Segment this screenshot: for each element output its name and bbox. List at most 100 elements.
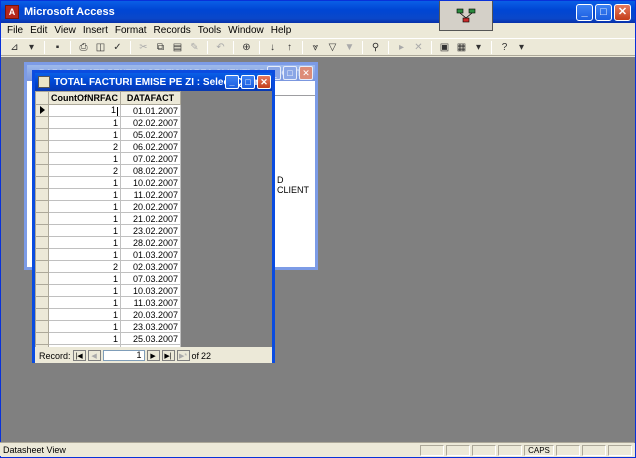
row-selector[interactable] — [35, 284, 49, 297]
new-record-button[interactable]: ▶* — [176, 350, 190, 361]
save-icon[interactable]: ▪ — [50, 40, 65, 54]
row-selector[interactable] — [35, 212, 49, 225]
table-row[interactable]: 1 01.03.2007 — [35, 248, 181, 261]
table-row[interactable]: 2 06.02.2007 — [35, 140, 181, 153]
row-selector[interactable] — [35, 140, 49, 153]
dropdown-icon[interactable]: ▾ — [471, 40, 486, 54]
cell-count[interactable]: 1 — [48, 104, 121, 117]
cell-date[interactable]: 20.02.2007 — [120, 200, 181, 213]
table-row[interactable]: 1 23.03.2007 — [35, 320, 181, 333]
spelling-icon[interactable]: ✓ — [110, 40, 125, 54]
cell-date[interactable]: 01.03.2007 — [120, 248, 181, 261]
cell-count[interactable]: 1 — [48, 200, 121, 213]
cell-count[interactable]: 1 — [48, 332, 121, 345]
row-selector[interactable] — [35, 248, 49, 261]
cell-count[interactable]: 1 — [48, 272, 121, 285]
cell-date[interactable]: 10.03.2007 — [120, 284, 181, 297]
cell-count[interactable]: 1 — [48, 152, 121, 165]
cell-count[interactable]: 1 — [48, 224, 121, 237]
last-record-button[interactable]: ▶| — [161, 350, 175, 361]
row-selector[interactable] — [35, 236, 49, 249]
new-record-icon[interactable]: ▸ — [394, 40, 409, 54]
table-row[interactable]: 1 11.02.2007 — [35, 188, 181, 201]
cell-count[interactable]: 1 — [48, 176, 121, 189]
select-all-cell[interactable] — [35, 91, 49, 105]
apply-filter-icon[interactable]: ▼ — [342, 40, 357, 54]
next-record-button[interactable]: ▶ — [146, 350, 160, 361]
format-painter-icon[interactable]: ✎ — [187, 40, 202, 54]
filter-selection-icon[interactable]: ⩔ — [308, 40, 323, 54]
table-row[interactable]: 1 28.02.2007 — [35, 236, 181, 249]
table-row[interactable]: 1 20.03.2007 — [35, 308, 181, 321]
cell-count[interactable]: 1 — [48, 296, 121, 309]
cell-date[interactable]: 20.03.2007 — [120, 308, 181, 321]
table-row[interactable]: 128.03.2007 — [35, 344, 181, 347]
table-row[interactable]: 1 01.01.2007 — [35, 104, 181, 117]
sort-ascending-icon[interactable]: ↓ — [265, 40, 280, 54]
close-button[interactable]: ✕ — [614, 4, 631, 21]
cell-date[interactable]: 01.01.2007 — [120, 104, 181, 117]
menu-edit[interactable]: Edit — [30, 25, 47, 36]
menu-view[interactable]: View — [54, 25, 76, 36]
copy-icon[interactable]: ⧉ — [153, 40, 168, 54]
menu-tools[interactable]: Tools — [198, 25, 221, 36]
row-selector[interactable] — [35, 176, 49, 189]
cell-date[interactable]: 11.02.2007 — [120, 188, 181, 201]
row-selector[interactable] — [35, 260, 49, 273]
row-selector[interactable] — [35, 152, 49, 165]
table-row[interactable]: 1 10.02.2007 — [35, 176, 181, 189]
table-row[interactable]: 1 23.02.2007 — [35, 224, 181, 237]
cell-date[interactable]: 23.03.2007 — [120, 320, 181, 333]
cell-count[interactable]: 1 — [48, 116, 121, 129]
cell-count[interactable]: 1 — [48, 128, 121, 141]
row-selector[interactable] — [35, 164, 49, 177]
first-record-button[interactable]: |◀ — [72, 350, 86, 361]
cell-date[interactable]: 02.03.2007 — [120, 260, 181, 273]
undo-icon[interactable]: ↶ — [213, 40, 228, 54]
table-row[interactable]: 1 20.02.2007 — [35, 200, 181, 213]
cell-date[interactable]: 23.02.2007 — [120, 224, 181, 237]
menu-help[interactable]: Help — [271, 25, 292, 36]
row-selector[interactable] — [35, 320, 49, 333]
table-row[interactable]: 1 05.02.2007 — [35, 128, 181, 141]
menu-format[interactable]: Format — [115, 25, 147, 36]
db-close-button[interactable]: ✕ — [299, 66, 313, 80]
cell-count[interactable]: 1 — [48, 212, 121, 225]
row-selector[interactable] — [35, 188, 49, 201]
table-row[interactable]: 1 02.02.2007 — [35, 116, 181, 129]
cut-icon[interactable]: ✂ — [136, 40, 151, 54]
cell-date[interactable]: 21.02.2007 — [120, 212, 181, 225]
dropdown-icon[interactable]: ▾ — [24, 40, 39, 54]
help-icon[interactable]: ? — [497, 40, 512, 54]
db-maximize-button[interactable]: □ — [283, 66, 297, 80]
cell-count[interactable]: 1 — [48, 308, 121, 321]
cell-count[interactable]: 2 — [48, 164, 121, 177]
table-row[interactable]: 1 10.03.2007 — [35, 284, 181, 297]
column-header-date[interactable]: DATAFACT — [120, 91, 181, 105]
select-query-window[interactable]: TOTAL FACTURI EMISE PE ZI : Select Query… — [32, 70, 275, 363]
table-row[interactable]: 1 11.03.2007 — [35, 296, 181, 309]
record-number-input[interactable]: 1 — [102, 350, 145, 361]
database-window-icon[interactable]: ▣ — [437, 40, 452, 54]
table-row[interactable]: 1 07.03.2007 — [35, 272, 181, 285]
cell-date[interactable]: 28.03.2007 — [120, 344, 181, 347]
row-selector[interactable] — [35, 200, 49, 213]
cell-count[interactable]: 1 — [48, 188, 121, 201]
cell-count[interactable]: 1 — [48, 248, 121, 261]
cell-count[interactable]: 2 — [48, 140, 121, 153]
sort-descending-icon[interactable]: ↑ — [282, 40, 297, 54]
cell-date[interactable]: 07.02.2007 — [120, 152, 181, 165]
row-selector[interactable] — [35, 224, 49, 237]
query-close-button[interactable]: ✕ — [257, 75, 271, 89]
view-icon[interactable]: ⊿ — [7, 40, 22, 54]
query-minimize-button[interactable]: _ — [225, 75, 239, 89]
cell-date[interactable]: 07.03.2007 — [120, 272, 181, 285]
hyperlink-icon[interactable]: ⊕ — [239, 40, 254, 54]
cell-date[interactable]: 25.03.2007 — [120, 332, 181, 345]
row-selector[interactable] — [35, 332, 49, 345]
cell-count[interactable]: 1 — [48, 344, 121, 347]
find-icon[interactable]: ⚲ — [368, 40, 383, 54]
cell-count[interactable]: 1 — [48, 320, 121, 333]
previous-record-button[interactable]: ◀ — [87, 350, 101, 361]
menu-window[interactable]: Window — [228, 25, 264, 36]
